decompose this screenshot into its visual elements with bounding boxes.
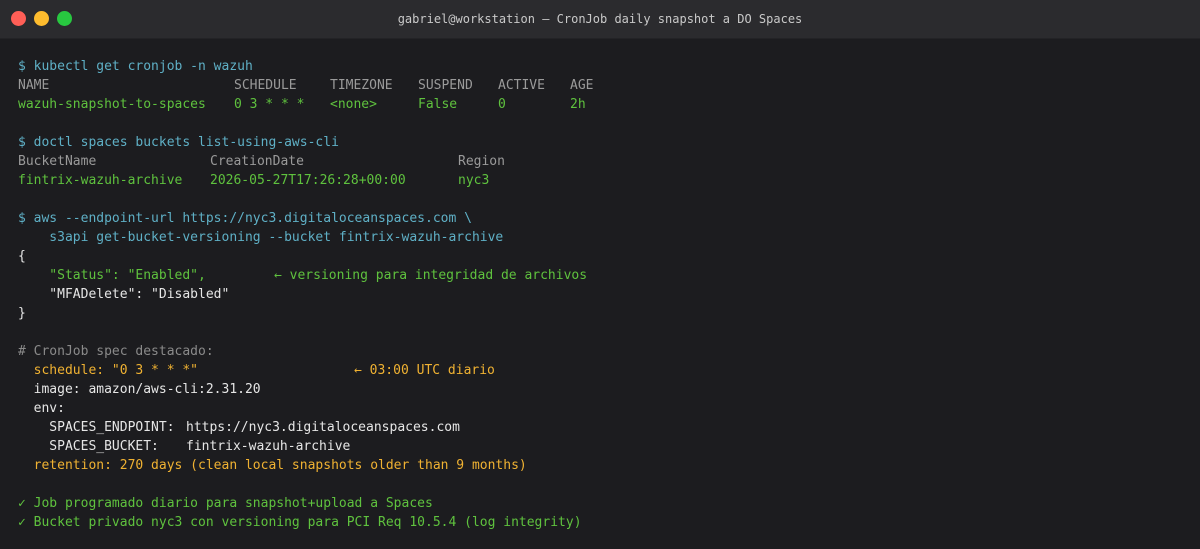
spec-bucket: SPACES_BUCKET: fintrix-wazuh-archive bbox=[18, 437, 1200, 456]
spec-image: image: amazon/aws-cli:2.31.20 bbox=[18, 382, 261, 397]
schedule-annotation: ← 03:00 UTC diario bbox=[354, 363, 495, 378]
command-line: $ doctl spaces buckets list-using-aws-cl… bbox=[18, 135, 339, 150]
spec-env: env: bbox=[18, 401, 65, 416]
window-controls bbox=[11, 11, 72, 26]
endpoint-key: SPACES_ENDPOINT: bbox=[18, 420, 175, 435]
minimize-window-button[interactable] bbox=[34, 11, 49, 26]
spec-comment: # CronJob spec destacado: bbox=[18, 344, 214, 359]
table-cell: False bbox=[418, 97, 458, 112]
table-cell: fintrix-wazuh-archive bbox=[18, 173, 183, 188]
table-cell: <none> bbox=[330, 97, 377, 112]
command-line: $ kubectl get cronjob -n wazuh bbox=[18, 59, 253, 74]
schedule-value: schedule: "0 3 * * *" bbox=[18, 363, 199, 378]
bucket-value: fintrix-wazuh-archive bbox=[186, 439, 351, 454]
json-mfa-line: "MFADelete": "Disabled" bbox=[18, 287, 230, 302]
json-status-line: "Status": "Enabled", ← versioning para in… bbox=[18, 266, 1200, 285]
title-bar: gabriel@workstation — CronJob daily snap… bbox=[0, 0, 1200, 39]
header-cell: Region bbox=[458, 154, 505, 169]
table-header: NAME SCHEDULE TIMEZONE SUSPEND ACTIVE AGE bbox=[18, 76, 1200, 95]
table-cell: nyc3 bbox=[458, 173, 490, 188]
summary-line: ✓ Job programado diario para snapshot+up… bbox=[18, 496, 433, 511]
bucket-key: SPACES_BUCKET: bbox=[18, 439, 159, 454]
terminal-window: gabriel@workstation — CronJob daily snap… bbox=[0, 0, 1200, 549]
status-annotation: ← versioning para integridad de archivos bbox=[274, 268, 588, 283]
endpoint-value: https://nyc3.digitaloceanspaces.com bbox=[186, 420, 460, 435]
header-cell: CreationDate bbox=[210, 154, 304, 169]
command-continuation: s3api get-bucket-versioning --bucket fin… bbox=[18, 230, 504, 245]
table-row: wazuh-snapshot-to-spaces 0 3 * * * <none> F… bbox=[18, 95, 1200, 114]
summary-line: ✓ Bucket privado nyc3 con versioning par… bbox=[18, 515, 582, 530]
header-cell: NAME bbox=[18, 78, 50, 93]
table-cell: wazuh-snapshot-to-spaces bbox=[18, 97, 206, 112]
table-row: fintrix-wazuh-archive 2026-05-27T17:26:28… bbox=[18, 171, 1200, 190]
header-cell: SCHEDULE bbox=[234, 78, 297, 93]
header-cell: TIMEZONE bbox=[330, 78, 393, 93]
header-cell: ACTIVE bbox=[498, 78, 545, 93]
status-value: "Status": "Enabled", bbox=[18, 268, 206, 283]
header-cell: AGE bbox=[570, 78, 594, 93]
spec-schedule: schedule: "0 3 * * *" ← 03:00 UTC diario bbox=[18, 361, 1200, 380]
close-window-button[interactable] bbox=[11, 11, 26, 26]
table-header: BucketName CreationDate Region bbox=[18, 152, 1200, 171]
spec-retention: retention: 270 days (clean local snapsho… bbox=[18, 458, 527, 473]
zoom-window-button[interactable] bbox=[57, 11, 72, 26]
header-cell: BucketName bbox=[18, 154, 97, 169]
table-cell: 0 bbox=[498, 97, 506, 112]
table-cell: 0 3 * * * bbox=[234, 97, 305, 112]
header-cell: SUSPEND bbox=[418, 78, 473, 93]
command-line: $ aws --endpoint-url https://nyc3.digita… bbox=[18, 211, 472, 226]
table-cell: 2026-05-27T17:26:28+00:00 bbox=[210, 173, 406, 188]
json-close-brace: } bbox=[18, 306, 26, 321]
terminal-output[interactable]: $ kubectl get cronjob -n wazuh NAME SCHED… bbox=[0, 39, 1200, 532]
table-cell: 2h bbox=[570, 97, 586, 112]
spec-endpoint: SPACES_ENDPOINT: https://nyc3.digitalocea… bbox=[18, 418, 1200, 437]
json-open-brace: { bbox=[18, 249, 26, 264]
window-title: gabriel@workstation — CronJob daily snap… bbox=[397, 12, 803, 26]
